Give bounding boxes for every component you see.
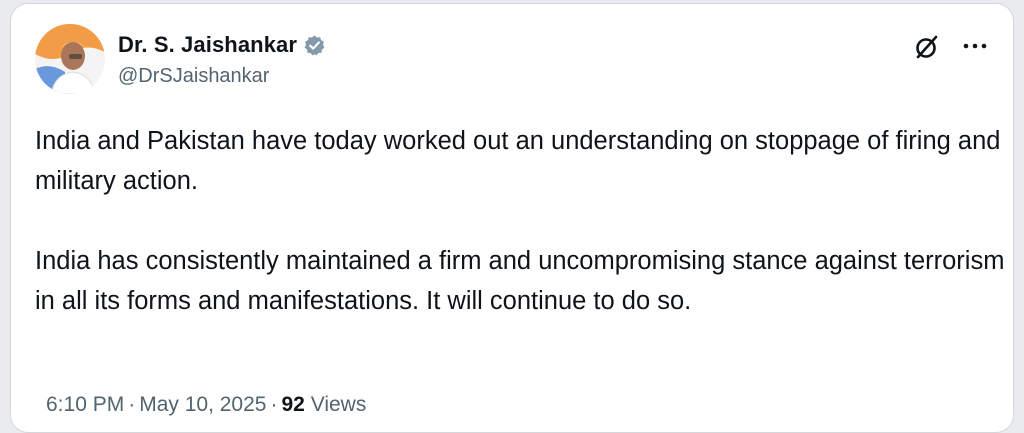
more-options-icon[interactable] — [961, 34, 989, 58]
author-name: Dr. S. Jaishankar — [118, 32, 298, 57]
tweet-body: India and Pakistan have today worked out… — [35, 121, 1010, 321]
tweet-time[interactable]: 6:10 PM — [46, 393, 124, 416]
grok-icon[interactable] — [913, 33, 941, 61]
verified-badge-icon — [303, 34, 326, 57]
avatar-image — [35, 24, 105, 94]
meta-separator: · — [270, 393, 278, 416]
tweet-paragraph: India and Pakistan have today worked out… — [35, 127, 1001, 195]
author-name-row[interactable]: Dr. S. Jaishankar — [118, 32, 326, 58]
meta-separator: · — [128, 393, 136, 416]
tweet-card: Dr. S. Jaishankar @DrSJaishankar India a… — [10, 3, 1014, 433]
tweet-meta: 6:10 PM · May 10, 2025 · 92 Views — [46, 393, 366, 417]
tweet-date[interactable]: May 10, 2025 — [139, 393, 266, 416]
views-count: 92 — [281, 393, 305, 416]
author-handle[interactable]: @DrSJaishankar — [118, 65, 269, 88]
views-label: Views — [310, 393, 367, 416]
tweet-paragraph: India has consistently maintained a firm… — [35, 247, 1005, 315]
author-avatar[interactable] — [35, 24, 105, 94]
